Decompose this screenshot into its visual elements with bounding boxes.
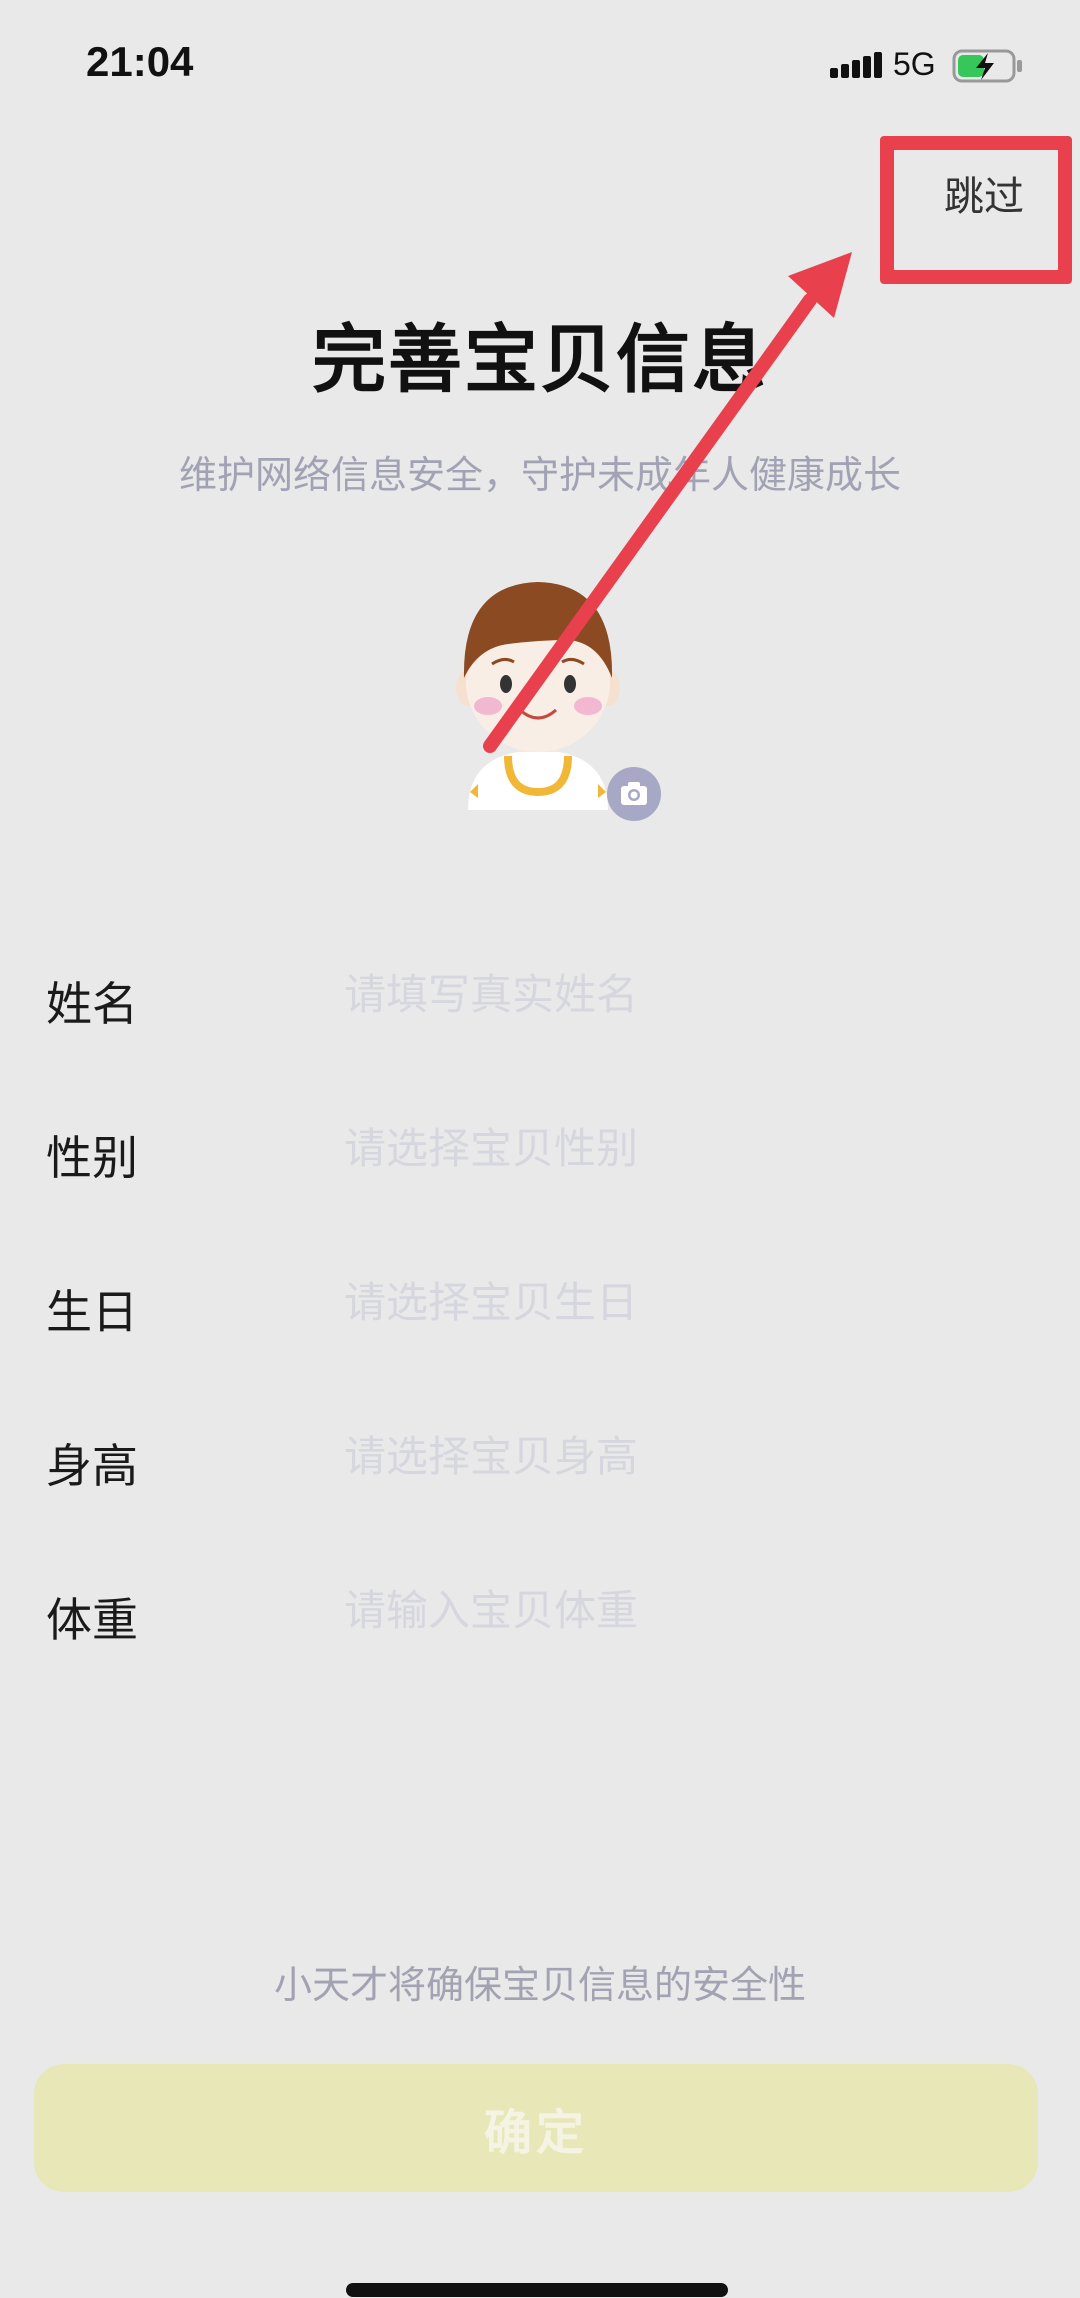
weight-label: 体重	[46, 1593, 138, 1647]
status-time: 21:04	[86, 38, 194, 85]
annotation-highlight-box	[880, 136, 1072, 284]
weight-input[interactable]	[344, 1578, 1004, 1642]
height-label: 身高	[46, 1439, 138, 1493]
birthday-input[interactable]	[344, 1270, 1004, 1334]
status-bar: 21:04 5G	[0, 0, 1080, 130]
name-input[interactable]	[344, 962, 1004, 1026]
safety-note: 小天才将确保宝贝信息的安全性	[273, 1963, 806, 2007]
home-indicator[interactable]	[346, 2283, 728, 2297]
page-subtitle: 维护网络信息安全，守护未成年人健康成长	[178, 453, 901, 497]
camera-icon[interactable]	[607, 767, 661, 821]
gender-label: 性别	[46, 1131, 138, 1185]
name-label: 姓名	[46, 977, 138, 1031]
child-avatar-icon[interactable]	[448, 570, 628, 810]
battery-charging-icon	[952, 49, 1022, 83]
height-input[interactable]	[344, 1424, 1004, 1488]
form-row-height: 身高	[0, 1406, 1080, 1506]
form-row-gender: 性别	[0, 1098, 1080, 1198]
network-label: 5G	[893, 46, 936, 82]
page-title: 完善宝贝信息	[312, 317, 768, 403]
signal-bars-icon	[830, 52, 882, 78]
form-row-birthday: 生日	[0, 1252, 1080, 1352]
confirm-button[interactable]: 确定	[34, 2064, 1038, 2192]
birthday-label: 生日	[46, 1285, 138, 1339]
form-row-weight: 体重	[0, 1560, 1080, 1660]
gender-input[interactable]	[344, 1116, 1004, 1180]
form-row-name: 姓名	[0, 944, 1080, 1044]
